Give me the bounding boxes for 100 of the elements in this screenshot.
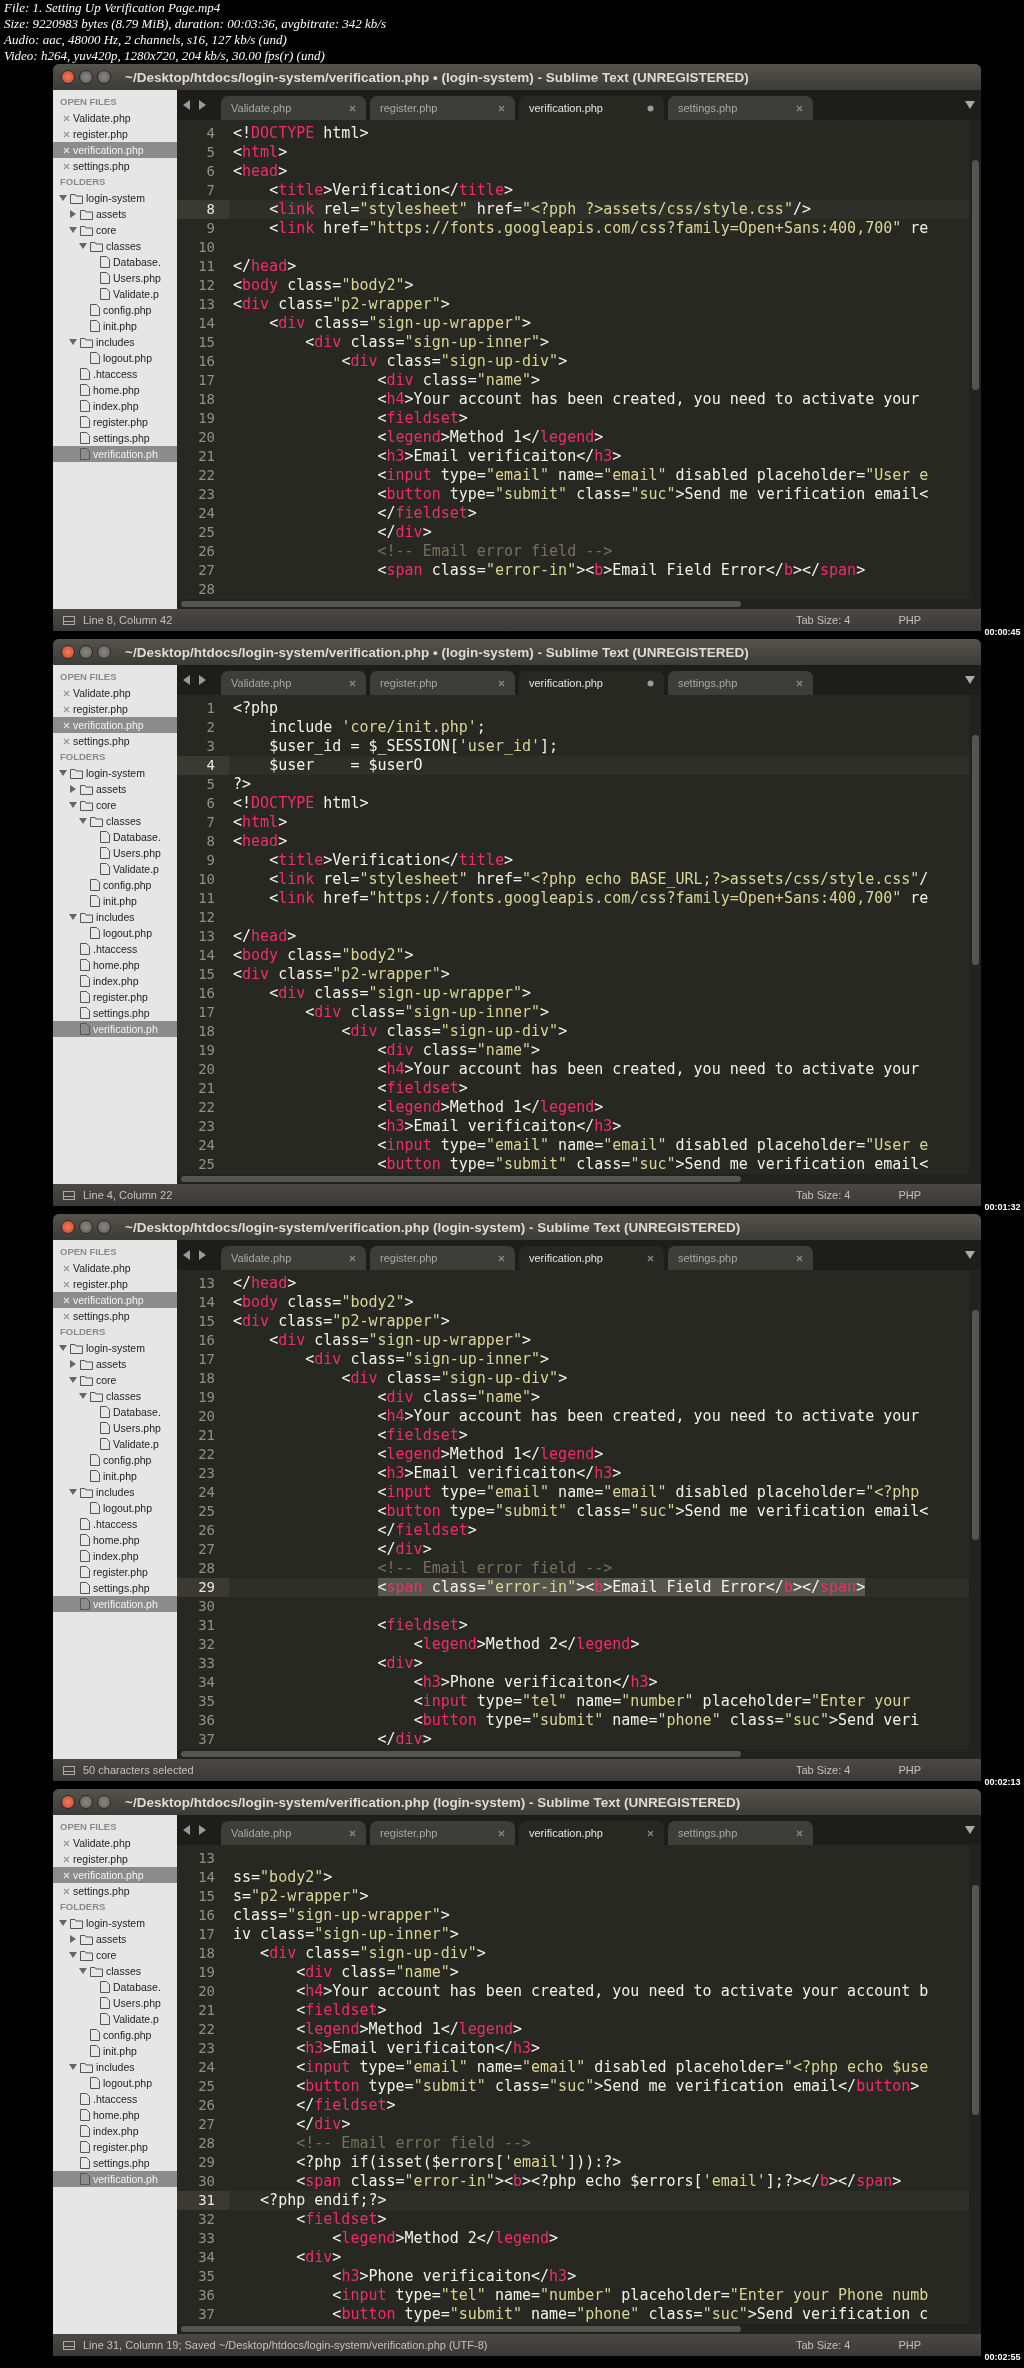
minimize-button[interactable] [79,1795,93,1809]
tree-item[interactable]: login-system [53,1340,177,1356]
tree-item[interactable]: settings.php [53,430,177,446]
tree-item[interactable]: Validate.p [53,286,177,302]
tab-size-label[interactable]: Tab Size: 4 [795,1764,851,1776]
open-file-item[interactable]: register.php [53,1276,177,1292]
tab[interactable]: Validate.php [221,671,366,695]
tree-item[interactable]: .htaccess [53,366,177,382]
tree-item[interactable]: Database. [53,254,177,270]
close-icon[interactable] [63,1280,70,1288]
tree-item[interactable]: includes [53,1484,177,1500]
tab[interactable]: register.php [370,1246,515,1270]
tree-item[interactable]: Users.php [53,270,177,286]
tree-item[interactable]: register.php [53,414,177,430]
tree-item[interactable]: config.php [53,1452,177,1468]
open-file-item[interactable]: Validate.php [53,685,177,701]
tree-item[interactable]: init.php [53,318,177,334]
close-icon[interactable] [498,104,505,112]
close-icon[interactable] [349,104,356,112]
tab[interactable]: verification.php [519,1246,664,1270]
syntax-label[interactable]: PHP [898,614,921,626]
vertical-scrollbar[interactable] [969,120,981,599]
close-button[interactable] [61,70,75,84]
disclosure-triangle-icon[interactable] [69,1488,77,1496]
tree-item[interactable]: .htaccess [53,2091,177,2107]
tree-item[interactable]: logout.php [53,2075,177,2091]
tab[interactable]: verification.php [519,96,664,120]
tree-item[interactable]: home.php [53,1532,177,1548]
tree-item[interactable]: includes [53,909,177,925]
tree-item[interactable]: index.php [53,398,177,414]
close-icon[interactable] [498,1254,505,1262]
tree-item[interactable]: Users.php [53,845,177,861]
open-file-item[interactable]: settings.php [53,158,177,174]
panel-icon[interactable] [63,1190,75,1200]
tree-item[interactable]: includes [53,334,177,350]
close-icon[interactable] [647,1829,654,1837]
tree-item[interactable]: init.php [53,893,177,909]
vertical-scrollbar[interactable] [969,1270,981,1749]
panel-icon[interactable] [63,2340,75,2350]
tree-item[interactable]: settings.php [53,1580,177,1596]
close-button[interactable] [61,645,75,659]
open-file-item[interactable]: settings.php [53,1883,177,1899]
close-button[interactable] [61,1795,75,1809]
maximize-button[interactable] [97,1220,111,1234]
horizontal-scrollbar[interactable] [177,2324,981,2334]
tree-item[interactable]: config.php [53,877,177,893]
tree-item[interactable]: core [53,222,177,238]
close-icon[interactable] [63,1312,70,1320]
tree-item[interactable]: Database. [53,1404,177,1420]
open-file-item[interactable]: register.php [53,1851,177,1867]
vertical-scrollbar[interactable] [969,1845,981,2324]
tree-item[interactable]: .htaccess [53,1516,177,1532]
tab[interactable]: Validate.php [221,1246,366,1270]
tab[interactable]: Validate.php [221,1821,366,1845]
tree-item[interactable]: assets [53,781,177,797]
horizontal-scrollbar[interactable] [177,1174,981,1184]
dropdown-arrow-icon[interactable] [965,676,975,684]
tab[interactable]: verification.php [519,671,664,695]
open-file-item[interactable]: Validate.php [53,1835,177,1851]
tree-item[interactable]: classes [53,1388,177,1404]
tree-item[interactable]: classes [53,813,177,829]
tree-item[interactable]: home.php [53,957,177,973]
maximize-button[interactable] [97,1795,111,1809]
open-file-item[interactable]: register.php [53,701,177,717]
tree-item[interactable]: settings.php [53,2155,177,2171]
close-icon[interactable] [796,104,803,112]
open-file-item[interactable]: Validate.php [53,1260,177,1276]
tab-size-label[interactable]: Tab Size: 4 [795,614,851,626]
disclosure-triangle-icon[interactable] [69,338,77,346]
close-icon[interactable] [647,1254,654,1262]
open-file-item[interactable]: Validate.php [53,110,177,126]
tab[interactable]: register.php [370,1821,515,1845]
tree-item[interactable]: index.php [53,2123,177,2139]
close-icon[interactable] [349,679,356,687]
dropdown-arrow-icon[interactable] [965,1251,975,1259]
tree-item[interactable]: Validate.p [53,1436,177,1452]
close-icon[interactable] [63,689,70,697]
close-icon[interactable] [796,679,803,687]
close-icon[interactable] [63,737,70,745]
tree-item[interactable]: classes [53,1963,177,1979]
tree-item[interactable]: init.php [53,2043,177,2059]
dropdown-arrow-icon[interactable] [965,101,975,109]
tree-item[interactable]: Users.php [53,1420,177,1436]
tree-item[interactable]: home.php [53,2107,177,2123]
close-icon[interactable] [498,679,505,687]
tab[interactable]: settings.php [668,96,813,120]
tree-item[interactable]: logout.php [53,1500,177,1516]
tab-navigation-icon[interactable] [183,100,207,110]
tab[interactable]: settings.php [668,1246,813,1270]
close-icon[interactable] [63,1264,70,1272]
tree-item[interactable]: Database. [53,1979,177,1995]
tree-item[interactable]: home.php [53,382,177,398]
tree-item[interactable]: Validate.p [53,861,177,877]
syntax-label[interactable]: PHP [898,1189,921,1201]
tree-item[interactable]: assets [53,1931,177,1947]
tree-item[interactable]: init.php [53,1468,177,1484]
close-icon[interactable] [349,1829,356,1837]
tree-item[interactable]: index.php [53,973,177,989]
maximize-button[interactable] [97,645,111,659]
tree-item[interactable]: config.php [53,302,177,318]
